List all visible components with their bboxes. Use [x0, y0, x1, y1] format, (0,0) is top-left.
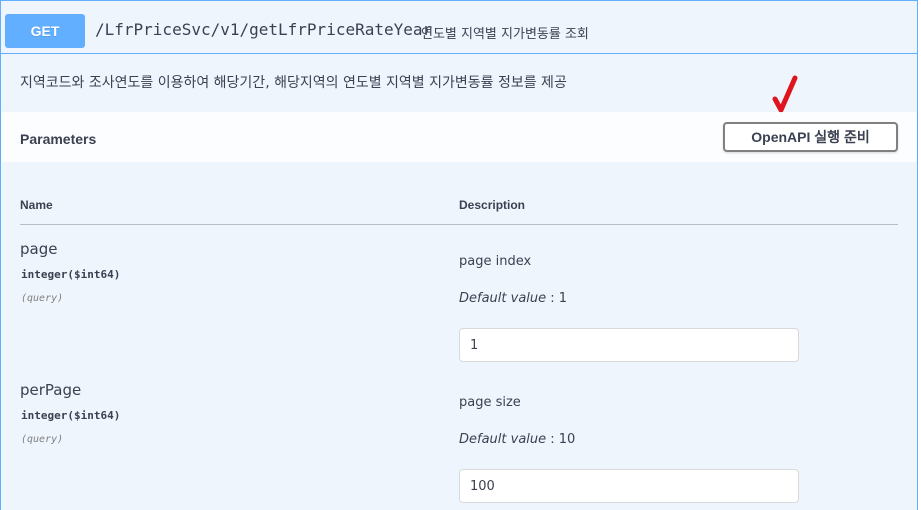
- default-value: : 1: [546, 291, 568, 306]
- operation-summary-bar[interactable]: GET /LfrPriceSvc/v1/getLfrPriceRateYear …: [1, 1, 917, 54]
- parameters-table: Name Description page integer($int64) (q…: [1, 162, 917, 510]
- per-page-input[interactable]: [459, 469, 799, 503]
- parameter-default: Default value : 10: [459, 432, 575, 447]
- default-label: Default value: [459, 432, 547, 447]
- parameter-type: integer($int64): [21, 409, 121, 422]
- header-divider: [20, 224, 898, 225]
- default-label: Default value: [459, 291, 547, 306]
- parameter-name: perPage: [20, 381, 82, 399]
- default-value: : 10: [546, 432, 576, 447]
- parameter-location: (query): [21, 293, 64, 304]
- parameters-header: Parameters OpenAPI 실행 준비: [1, 112, 917, 162]
- page-input[interactable]: [459, 328, 799, 362]
- red-checkmark-annotation: [772, 75, 798, 113]
- parameter-location: (query): [21, 434, 64, 445]
- parameter-description: page index: [459, 254, 532, 269]
- parameters-title: Parameters: [20, 131, 97, 147]
- operation-description: 지역코드와 조사연도를 이용하여 해당기간, 해당지역의 연도별 지역별 지가변…: [20, 75, 567, 91]
- try-it-out-button[interactable]: OpenAPI 실행 준비: [723, 122, 898, 152]
- parameter-description: page size: [459, 395, 521, 410]
- parameter-type: integer($int64): [21, 268, 121, 281]
- parameter-default: Default value : 1: [459, 291, 567, 306]
- column-header-name: Name: [20, 198, 53, 212]
- get-operation-block: GET /LfrPriceSvc/v1/getLfrPriceRateYear …: [0, 0, 918, 510]
- column-header-description: Description: [459, 198, 526, 212]
- endpoint-path: /LfrPriceSvc/v1/getLfrPriceRateYear: [95, 20, 433, 39]
- parameter-name: page: [20, 240, 58, 258]
- endpoint-summary: 연도별 지역별 지가변동률 조회: [421, 27, 589, 42]
- http-method-badge: GET: [5, 14, 85, 48]
